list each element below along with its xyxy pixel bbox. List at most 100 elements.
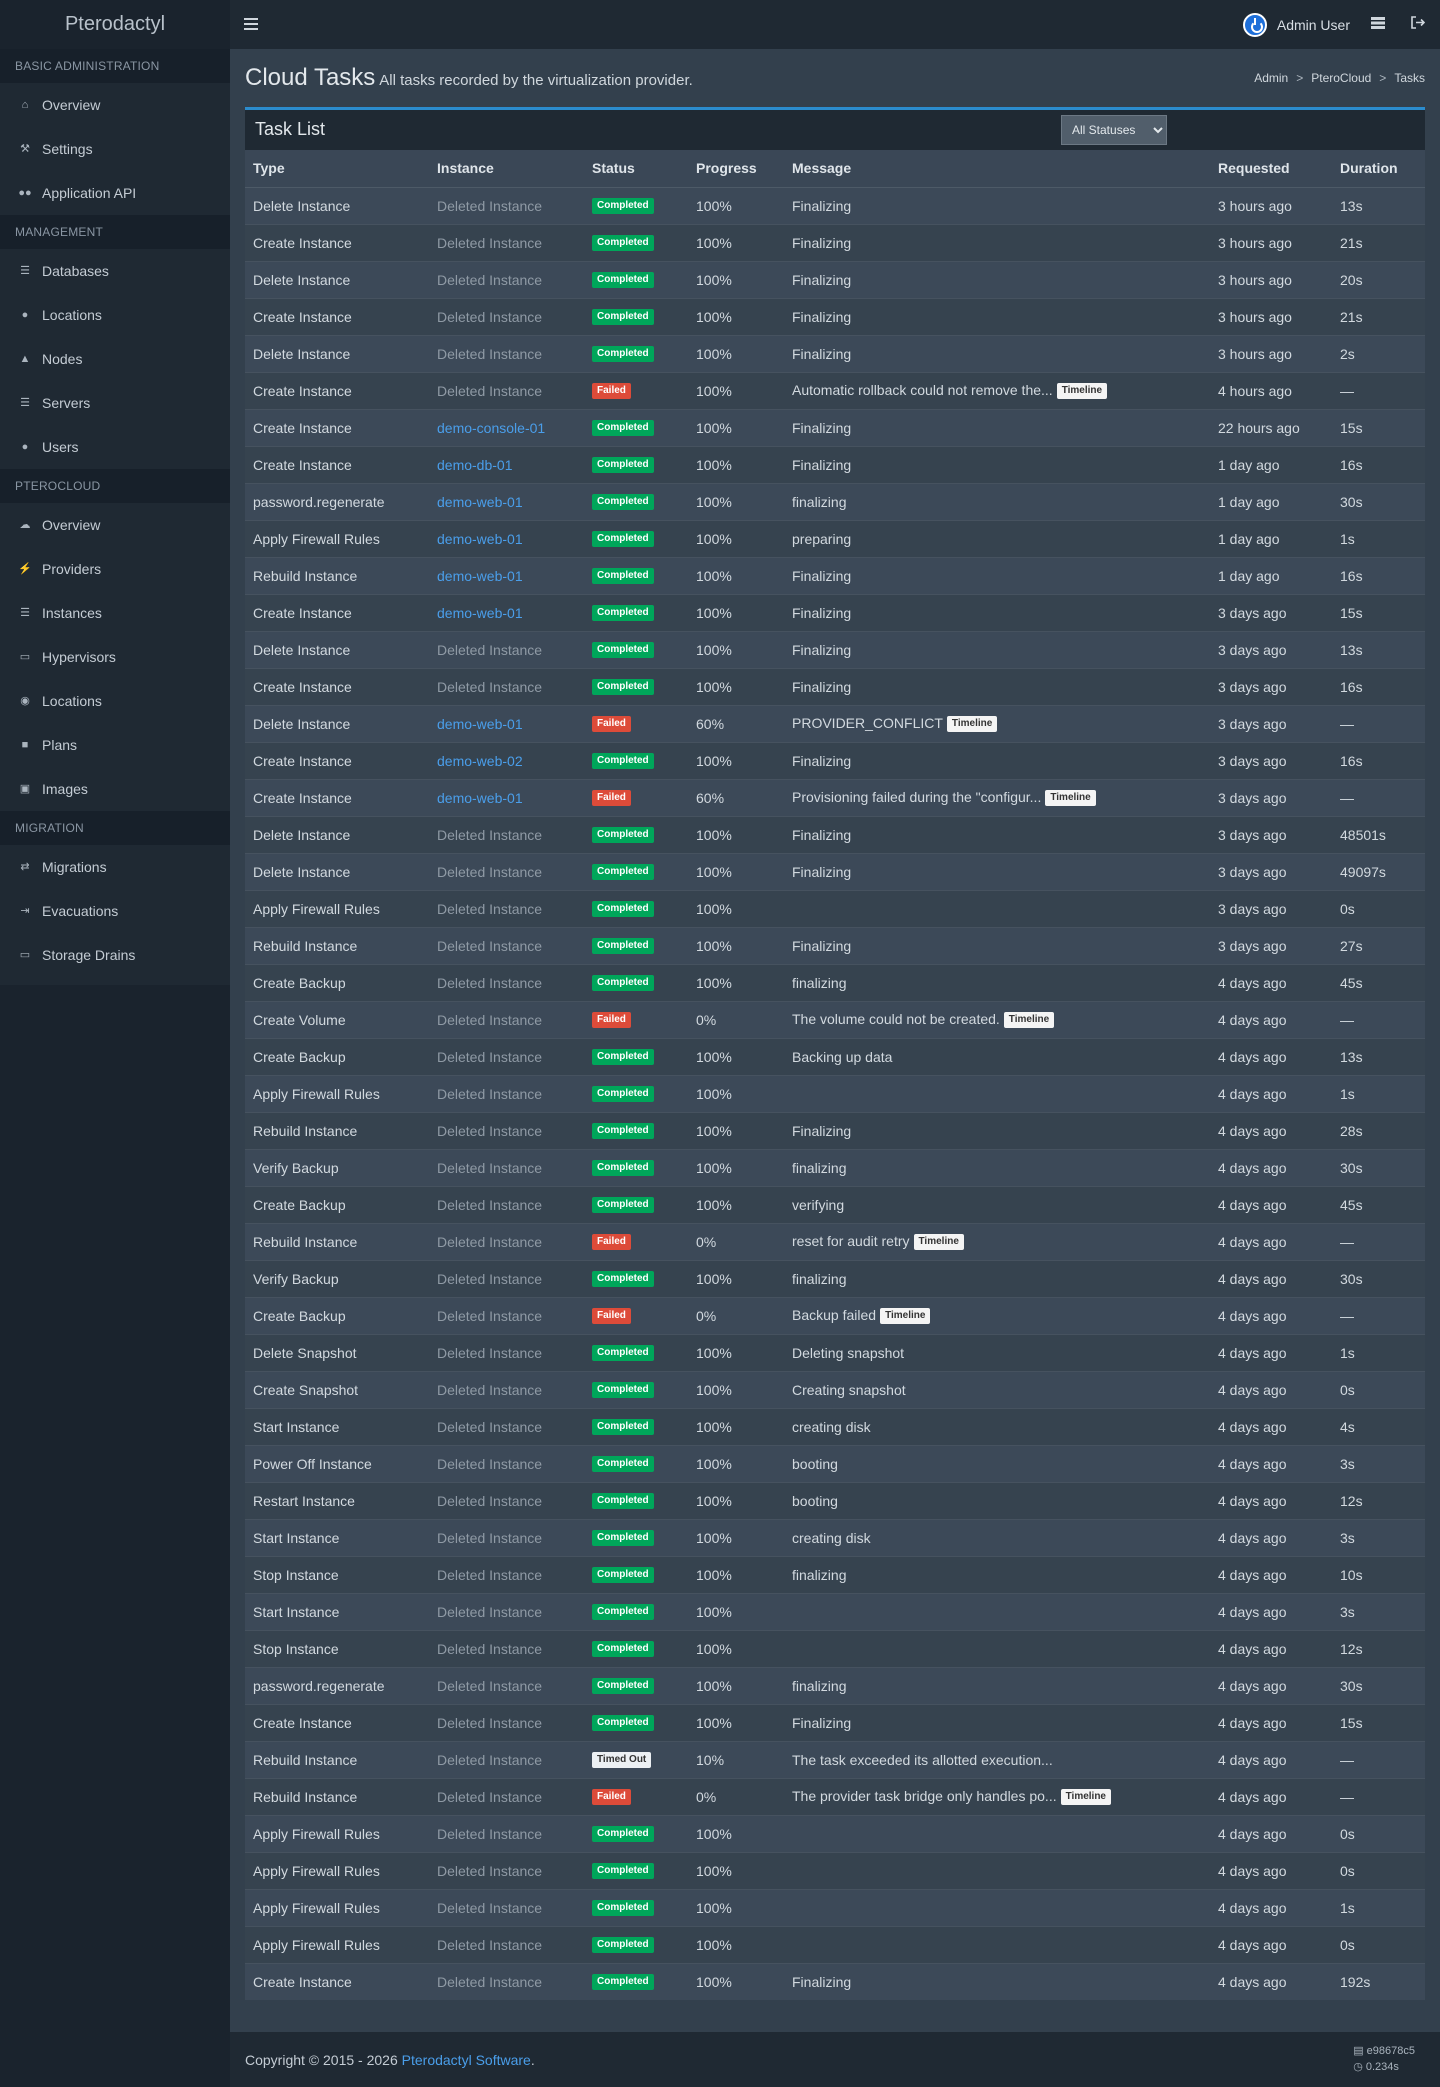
message-cell: Provisioning failed during the "configur… [784, 778, 1210, 816]
instance-cell[interactable]: demo-web-01 [429, 556, 584, 594]
sidebar-item-storage-drains[interactable]: ▭ Storage Drains [0, 933, 230, 977]
instance-cell: Deleted Instance [429, 1185, 584, 1223]
instance-cell[interactable]: demo-web-01 [429, 778, 584, 816]
instance-cell[interactable]: demo-console-01 [429, 408, 584, 446]
duration-cell: 192s [1332, 1962, 1425, 2000]
instance-cell[interactable]: demo-web-02 [429, 741, 584, 779]
sidebar-item-cloud-overview[interactable]: ☁ Overview [0, 503, 230, 547]
status-cell: Completed [584, 1888, 688, 1926]
duration-cell: 4s [1332, 1407, 1425, 1445]
sidebar-item-application-api[interactable]: ●● Application API [0, 171, 230, 215]
sidebar-item-label: Images [42, 781, 88, 797]
requested-cell: 4 days ago [1210, 963, 1332, 1001]
requested-cell: 4 days ago [1210, 1925, 1332, 1963]
task-list-title: Task List [255, 119, 326, 139]
progress-cell: 100% [688, 1037, 784, 1075]
duration-cell: — [1332, 1222, 1425, 1260]
brand-logo[interactable]: Pterodactyl [0, 0, 230, 49]
task-type-cell: Create Backup [245, 1185, 429, 1223]
instance-cell: Deleted Instance [429, 815, 584, 853]
message-text: booting [792, 1492, 838, 1509]
message-cell [784, 1629, 1210, 1667]
logout-icon[interactable] [1408, 14, 1428, 34]
sidebar-item-nodes[interactable]: ▲ Nodes [0, 337, 230, 381]
progress-cell: 100% [688, 1407, 784, 1445]
message-cell [784, 1851, 1210, 1889]
requested-cell: 3 days ago [1210, 889, 1332, 927]
sidebar-item-cloud-locations[interactable]: ◉ Locations [0, 679, 230, 723]
timeline-button[interactable]: Timeline [1056, 383, 1108, 400]
timeline-button[interactable]: Timeline [1060, 1789, 1111, 1806]
timeline-button[interactable]: Timeline [1003, 1012, 1055, 1029]
duration-cell: 1s [1332, 1888, 1425, 1926]
breadcrumb-admin[interactable]: Admin [1254, 71, 1288, 85]
sidebar-item-locations[interactable]: ● Locations [0, 293, 230, 337]
instance-cell[interactable]: demo-web-01 [429, 593, 584, 631]
status-cell: Completed [584, 1111, 688, 1149]
database-icon: ☰ [20, 265, 30, 277]
requested-cell: 4 days ago [1210, 1666, 1332, 1704]
sidebar-item-users[interactable]: ● Users [0, 425, 230, 469]
instance-cell: Deleted Instance [429, 963, 584, 1001]
instance-cell: Deleted Instance [429, 1407, 584, 1445]
sidebar-item-migrations[interactable]: ⇄ Migrations [0, 845, 230, 889]
task-type-cell: Create Instance [245, 778, 429, 816]
duration-cell: 3s [1332, 1518, 1425, 1556]
sidebar-item-settings[interactable]: ⚒ Settings [0, 127, 230, 171]
sidebar-item-instances[interactable]: ☰ Instances [0, 591, 230, 635]
status-badge: Completed [592, 1937, 654, 1954]
hdd-icon: ▭ [19, 949, 31, 961]
footer-copyright: Copyright © 2015 - 2026 Pterodactyl Soft… [245, 2052, 535, 2068]
instance-cell[interactable]: demo-web-01 [429, 519, 584, 557]
sidebar-item-hypervisors[interactable]: ▭ Hypervisors [0, 635, 230, 679]
sidebar-item-overview[interactable]: ⌂ Overview [0, 83, 230, 127]
breadcrumb-tasks: Tasks [1394, 71, 1425, 85]
pterodactyl-link[interactable]: Pterodactyl Software [402, 2052, 531, 2068]
render-time-line: ◷ 0.234s [1353, 2059, 1415, 2075]
column-header: Requested [1210, 150, 1332, 188]
progress-cell: 100% [688, 408, 784, 446]
requested-cell: 4 days ago [1210, 1888, 1332, 1926]
instance-cell: Deleted Instance [429, 926, 584, 964]
instance-cell: Deleted Instance [429, 260, 584, 298]
duration-cell: 0s [1332, 889, 1425, 927]
instance-cell: Deleted Instance [429, 1444, 584, 1482]
instance-cell[interactable]: demo-web-01 [429, 704, 584, 742]
timeline-button[interactable]: Timeline [913, 1234, 964, 1251]
instance-cell: Deleted Instance [429, 1888, 584, 1926]
status-badge: Completed [592, 1974, 654, 1991]
sidebar-item-evacuations[interactable]: ⇥ Evacuations [0, 889, 230, 933]
sidebar-item-images[interactable]: ▣ Images [0, 767, 230, 811]
instance-cell[interactable]: demo-web-01 [429, 482, 584, 520]
sidebar-item-servers[interactable]: ☰ Servers [0, 381, 230, 425]
menu-icon[interactable] [244, 15, 258, 34]
timeline-button[interactable]: Timeline [880, 1308, 931, 1325]
status-cell: Completed [584, 482, 688, 520]
status-filter-select[interactable]: All Statuses [1061, 115, 1167, 145]
status-cell: Completed [584, 260, 688, 298]
timeline-button[interactable]: Timeline [1045, 790, 1096, 807]
globe-icon: ● [21, 309, 29, 321]
requested-cell: 4 days ago [1210, 1148, 1332, 1186]
status-cell: Completed [584, 667, 688, 705]
breadcrumb-separator: > [1379, 71, 1387, 85]
sidebar-item-databases[interactable]: ☰ Databases [0, 249, 230, 293]
server-list-icon[interactable] [1368, 14, 1388, 34]
message-text: Finalizing [792, 308, 852, 325]
status-badge: Completed [592, 864, 654, 881]
sidebar-item-providers[interactable]: ⚡ Providers [0, 547, 230, 591]
table-row: Restart Instance Deleted Instance Complete… [245, 1481, 1425, 1519]
table-row: Delete Snapshot Deleted Instance Completed… [245, 1333, 1425, 1371]
message-text: booting [792, 1455, 838, 1472]
user-menu[interactable]: Admin User [1242, 12, 1350, 38]
timeline-button[interactable]: Timeline [946, 716, 998, 733]
progress-cell: 100% [688, 482, 784, 520]
status-badge: Failed [592, 790, 631, 807]
sidebar-item-plans[interactable]: ■ Plans [0, 723, 230, 767]
message-text: Finalizing [792, 937, 852, 954]
duration-cell: 20s [1332, 260, 1425, 298]
requested-cell: 3 hours ago [1210, 223, 1332, 261]
message-cell: finalizing [784, 1555, 1210, 1593]
instance-cell[interactable]: demo-db-01 [429, 445, 584, 483]
breadcrumb-pterocloud[interactable]: PteroCloud [1311, 71, 1371, 85]
